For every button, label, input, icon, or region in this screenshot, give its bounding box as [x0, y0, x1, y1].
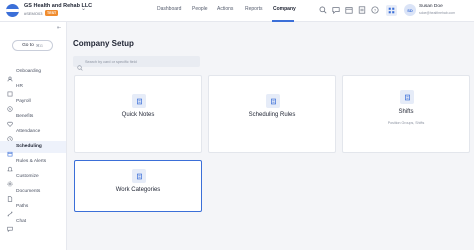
chat-icon[interactable]: [331, 5, 340, 14]
sidebar-item-benefits[interactable]: Benefits: [0, 111, 66, 127]
card-shifts[interactable]: Shifts Position Groups, Shifts: [342, 75, 470, 153]
sidebar-item-hr[interactable]: HR: [0, 81, 66, 97]
customize-icon: [7, 174, 13, 187]
sidebar-item-label: HR: [16, 84, 23, 89]
shifts-icon: [400, 90, 414, 104]
card-title: Quick Notes: [121, 112, 155, 118]
help-icon[interactable]: ?: [370, 5, 379, 14]
page-title: Company Setup: [73, 39, 134, 48]
sidebar-item-label: Rules & Alerts: [16, 159, 47, 164]
go-to-button[interactable]: Go to ⌘G: [12, 40, 53, 51]
tasks-icon[interactable]: [357, 5, 366, 14]
card-scheduling-rules[interactable]: Scheduling Rules: [208, 75, 336, 153]
card-quick-notes[interactable]: Quick Notes: [74, 75, 202, 153]
card-work-categories[interactable]: Work Categories: [74, 160, 202, 212]
sidebar-item-label: Documents: [16, 189, 41, 194]
sidebar-item-label: Onboarding: [16, 69, 42, 74]
company-logo[interactable]: [6, 4, 19, 17]
go-to-label: Go to: [22, 43, 34, 48]
org-id: #SEMO03: [24, 11, 43, 16]
sidebar-item-rules-alerts[interactable]: Rules & Alerts: [0, 156, 66, 172]
collapse-sidebar-icon[interactable]: ⇤: [57, 25, 61, 31]
sidebar-item-paths[interactable]: Paths: [0, 201, 66, 217]
nav-actions[interactable]: Actions: [217, 6, 233, 12]
sidebar-item-payroll[interactable]: $ Payroll: [0, 96, 66, 112]
nav-reports[interactable]: Reports: [245, 6, 263, 12]
calendar-icon[interactable]: [344, 5, 353, 14]
sidebar-item-chat[interactable]: Chat: [0, 216, 66, 233]
chat-icon: [7, 219, 13, 233]
test-badge: TEST: [45, 10, 59, 16]
card-subtitle: Position Groups, Shifts: [387, 121, 425, 125]
sidebar-item-label: Scheduling: [16, 144, 42, 149]
main-content: Company Setup Quick Notes Scheduling Rul…: [67, 22, 474, 250]
go-to-shortcut: ⌘G: [35, 43, 43, 48]
paths-icon: [7, 204, 13, 217]
sidebar-item-label: Payroll: [16, 99, 31, 104]
nav-dashboard[interactable]: Dashboard: [157, 6, 181, 12]
sidebar-item-customize[interactable]: Customize: [0, 171, 66, 187]
notes-icon: [132, 94, 146, 108]
hr-icon: [7, 84, 13, 97]
card-title: Work Categories: [115, 187, 161, 193]
documents-icon: [7, 189, 13, 202]
apps-grid-icon[interactable]: [386, 5, 397, 16]
sidebar-item-label: Attendance: [16, 129, 41, 134]
benefits-icon: [7, 114, 13, 127]
payroll-icon: $: [7, 99, 13, 112]
search-input[interactable]: [85, 57, 197, 66]
sidebar-item-label: Benefits: [16, 114, 34, 119]
search-bar[interactable]: [73, 56, 200, 71]
card-title: Shifts: [398, 109, 414, 115]
card-title: Scheduling Rules: [248, 112, 296, 118]
nav-people[interactable]: People: [192, 6, 208, 12]
sidebar-item-onboarding[interactable]: Onboarding: [0, 66, 66, 82]
sidebar-item-label: Chat: [16, 219, 27, 224]
search-icon[interactable]: [318, 5, 327, 14]
chevron-down-icon[interactable]: ⌄: [81, 5, 86, 12]
user-email: sdoe@healthrehab.com: [419, 11, 456, 15]
sidebar-item-label: Customize: [16, 174, 39, 179]
rules-icon: [266, 94, 280, 108]
user-name[interactable]: Susan Doe: [419, 4, 443, 9]
search-icon: [77, 58, 83, 71]
scheduling-icon: [7, 144, 13, 157]
sidebar: ⇤ Go to ⌘G Onboarding HR $ Payroll Benef…: [0, 22, 67, 250]
sidebar-item-documents[interactable]: Documents: [0, 186, 66, 202]
rules-alerts-icon: [7, 159, 13, 172]
onboarding-icon: [7, 69, 13, 82]
nav-company[interactable]: Company: [273, 6, 296, 12]
top-bar: GS Health and Rehab LLC #SEMO03 TEST ⌄ D…: [0, 0, 474, 22]
sidebar-item-label: Paths: [16, 204, 29, 209]
svg-text:?: ?: [373, 7, 376, 12]
sidebar-item-attendance[interactable]: Attendance: [0, 126, 66, 142]
categories-icon: [132, 169, 146, 183]
user-avatar[interactable]: SD: [404, 4, 416, 16]
attendance-icon: [7, 129, 13, 142]
sidebar-item-scheduling[interactable]: Scheduling: [0, 141, 66, 157]
